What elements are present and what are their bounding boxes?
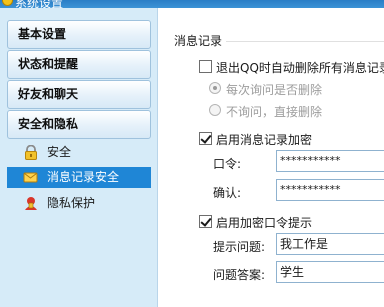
confirm-password-field[interactable]: ***********	[276, 179, 384, 201]
sidebar-item-message-record-security[interactable]: 消息记录安全	[7, 167, 151, 188]
title-bar: 系统设置	[0, 0, 384, 8]
sidebar-item-label: 消息记录安全	[47, 170, 120, 184]
settings-sidebar: 基本设置 状态和提醒 好友和聊天 安全和隐私 安全 消息记录安全 隐私保护	[0, 8, 157, 307]
hint-answer-field[interactable]: 学生	[276, 261, 384, 283]
hint-question-field[interactable]: 我工作是	[276, 233, 384, 255]
hint-label: 启用加密口令提示	[216, 216, 313, 230]
section-divider	[226, 41, 384, 42]
window-title: 系统设置	[15, 0, 64, 8]
sidebar-item-label: 安全	[47, 145, 72, 159]
answer-label: 问题答案:	[213, 268, 266, 282]
sidebar-item-label: 隐私保护	[47, 196, 96, 210]
question-label: 提示问题:	[213, 240, 266, 254]
section-title: 消息记录	[174, 34, 223, 48]
sidebar-group-security[interactable]: 安全和隐私	[7, 110, 151, 139]
ask-each-time-label: 每次询问是否删除	[226, 83, 323, 97]
ask-each-time-radio[interactable]	[209, 82, 221, 94]
sidebar-item-security[interactable]: 安全	[7, 142, 151, 163]
encrypt-checkbox[interactable]	[199, 132, 212, 145]
hint-checkbox[interactable]	[199, 215, 212, 228]
message-record-icon	[23, 172, 38, 183]
encrypt-label: 启用消息记录加密	[216, 133, 313, 147]
privacy-icon	[25, 197, 37, 210]
sidebar-group-friends[interactable]: 好友和聊天	[7, 80, 151, 109]
delete-directly-radio[interactable]	[209, 104, 221, 116]
delete-directly-label: 不询问，直接删除	[226, 105, 323, 119]
sidebar-group-basic[interactable]: 基本设置	[7, 20, 151, 49]
lock-icon	[25, 145, 37, 160]
password-field[interactable]: ***********	[276, 150, 384, 172]
exit-delete-label: 退出QQ时自动删除所有消息记录	[216, 61, 384, 75]
exit-delete-checkbox[interactable]	[199, 60, 212, 73]
password-label: 口令:	[213, 157, 242, 171]
sidebar-item-privacy[interactable]: 隐私保护	[7, 193, 151, 214]
settings-panel: 消息记录 退出QQ时自动删除所有消息记录 每次询问是否删除 不询问，直接删除 启…	[157, 8, 384, 307]
confirm-label: 确认:	[213, 186, 242, 200]
sidebar-group-status[interactable]: 状态和提醒	[7, 50, 151, 79]
qq-app-icon	[2, 0, 13, 6]
